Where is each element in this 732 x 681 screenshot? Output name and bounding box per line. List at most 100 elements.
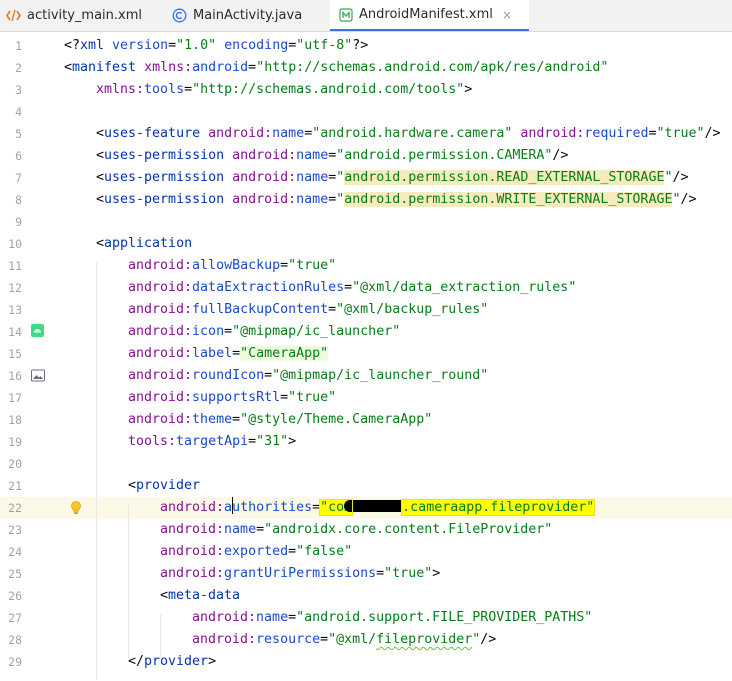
indent-guide [128, 504, 129, 658]
code-line[interactable]: 19 tools:targetApi="31"> [0, 431, 732, 453]
code-text: android:authorities="com .cameraapp.filep… [160, 497, 596, 519]
code-token: android: [232, 192, 297, 207]
code-line[interactable]: 23 android:name="androidx.core.content.Fi… [0, 519, 732, 541]
code-token: < [128, 478, 137, 493]
close-icon[interactable]: × [502, 8, 512, 22]
code-token: "@xml/ [328, 632, 377, 647]
code-line[interactable]: 5 <uses-feature android:name="android.har… [0, 123, 732, 145]
android-icon[interactable] [31, 324, 44, 337]
line-number: 17 [8, 391, 22, 405]
line-number: 2 [15, 61, 22, 75]
code-line[interactable]: 11 android:allowBackup="true" [0, 255, 732, 277]
code-token: "@xml/data_extraction_rules" [352, 280, 577, 295]
code-token: "utf-8" [296, 38, 353, 53]
code-line[interactable]: 22 android:authorities="com .cameraapp.fil… [0, 497, 732, 519]
code-line[interactable]: 8 <uses-permission android:name="android.… [0, 189, 732, 211]
code-token: = [344, 280, 353, 295]
code-line[interactable]: 14 android:icon="@mipmap/ic_launcher" [0, 321, 732, 343]
code-token: > [464, 82, 473, 97]
code-text: android:allowBackup="true" [128, 255, 336, 277]
line-number: 14 [8, 325, 22, 339]
code-token: tools [144, 82, 185, 97]
code-line[interactable]: 9 [0, 211, 732, 233]
code-token: android: [208, 126, 273, 141]
code-token: /> [480, 632, 497, 647]
code-token: uses-feature [104, 126, 201, 141]
tab-activity-main-xml[interactable]: activity_main.xml [6, 0, 156, 31]
code-token: xmlns: [96, 82, 145, 97]
code-editor[interactable]: 1 <?xml version="1.0" encoding="utf-8"?> 2… [0, 32, 732, 681]
code-token: "true" [288, 390, 337, 405]
tab-androidmanifest-xml[interactable]: AndroidManifest.xml × [330, 0, 529, 31]
code-text: <uses-permission android:name="android.p… [96, 167, 688, 189]
code-token: android: [232, 170, 297, 185]
code-token: "1.0" [176, 38, 217, 53]
code-token: ?> [352, 38, 369, 53]
code-line[interactable]: 15 android:label="CameraApp" [0, 343, 732, 365]
redaction-mark [344, 500, 409, 512]
code-line[interactable]: 1 <?xml version="1.0" encoding="utf-8"?> [0, 35, 732, 57]
code-token: "@style/Theme.CameraApp" [240, 412, 433, 427]
code-token: supportsRtl [192, 390, 281, 405]
line-number: 7 [15, 171, 22, 185]
code-token: = [288, 610, 297, 625]
code-line[interactable]: 25 android:grantUriPermissions="true"> [0, 563, 732, 585]
code-token: grantUriPermissions [224, 566, 377, 581]
code-token: name [272, 126, 305, 141]
code-token: name [296, 170, 329, 185]
code-text: android:name="android.support.FILE_PROVI… [192, 607, 592, 629]
code-token: uses-permission [104, 170, 225, 185]
code-line[interactable]: 3 xmlns:tools="http://schemas.android.com… [0, 79, 732, 101]
editor-tab-bar: activity_main.xml MainActivity.java Andr… [0, 0, 732, 32]
code-line[interactable]: 26 <meta-data [0, 585, 732, 607]
lightbulb-icon[interactable] [70, 501, 83, 514]
line-number: 24 [8, 545, 22, 559]
code-token: = [304, 126, 313, 141]
code-line[interactable]: 2 <manifest xmlns:android="http://schemas… [0, 57, 732, 79]
code-text: android:theme="@style/Theme.CameraApp" [128, 409, 432, 431]
code-token: "@mipmap/ic_launcher_round" [272, 368, 489, 383]
code-line[interactable]: 18 android:theme="@style/Theme.CameraApp" [0, 409, 732, 431]
code-line[interactable]: 27 android:name="android.support.FILE_PRO… [0, 607, 732, 629]
tab-mainactivity-java[interactable]: MainActivity.java [172, 0, 322, 31]
code-text: android:label="CameraApp" [128, 343, 329, 365]
code-line[interactable]: 17 android:supportsRtl="true" [0, 387, 732, 409]
code-text: tools:targetApi="31"> [128, 431, 296, 453]
code-line[interactable]: 16 android:roundIcon="@mipmap/ic_launcher… [0, 365, 732, 387]
code-line[interactable]: 10 <application [0, 233, 732, 255]
line-number: 6 [15, 149, 22, 163]
code-line[interactable]: 6 <uses-permission android:name="android.… [0, 145, 732, 167]
code-token: = [184, 82, 193, 97]
code-token: < [160, 588, 169, 603]
code-line[interactable]: 24 android:exported="false" [0, 541, 732, 563]
code-text: android:dataExtractionRules="@xml/data_e… [128, 277, 576, 299]
code-token: <? [64, 38, 81, 53]
code-line[interactable]: 20 [0, 453, 732, 475]
code-line[interactable]: 13 android:fullBackupContent="@xml/backup… [0, 299, 732, 321]
code-text: android:resource="@xml/fileprovider"/> [192, 629, 496, 651]
code-token: android: [128, 368, 193, 383]
code-token: = [288, 544, 297, 559]
line-number: 29 [8, 655, 22, 669]
image-icon[interactable] [31, 369, 45, 382]
code-line[interactable]: 29 </provider> [0, 651, 732, 673]
code-token: xml [80, 38, 113, 53]
code-token: android: [128, 258, 193, 273]
code-token: android.permission.READ_EXTERNAL_STORAGE [344, 170, 665, 185]
code-text: <meta-data [160, 585, 240, 607]
code-token: "android.support.FILE_PROVIDER_PATHS" [296, 610, 593, 625]
code-token: </ [128, 654, 145, 669]
code-token: "http://schemas.android.com/apk/res/andr… [256, 60, 609, 75]
code-token: android: [160, 566, 225, 581]
code-token: < [96, 192, 105, 207]
code-token: "false" [296, 544, 353, 559]
code-line[interactable]: 28 android:resource="@xml/fileprovider"/> [0, 629, 732, 651]
code-line[interactable]: 7 <uses-permission android:name="android.… [0, 167, 732, 189]
code-text: <application [96, 233, 192, 255]
code-line[interactable]: 21 <provider [0, 475, 732, 497]
code-token: fileprovider [376, 632, 473, 647]
code-text: <uses-feature android:name="android.hard… [96, 123, 721, 145]
code-line[interactable]: 12 android:dataExtractionRules="@xml/data… [0, 277, 732, 299]
code-line[interactable]: 4 [0, 101, 732, 123]
